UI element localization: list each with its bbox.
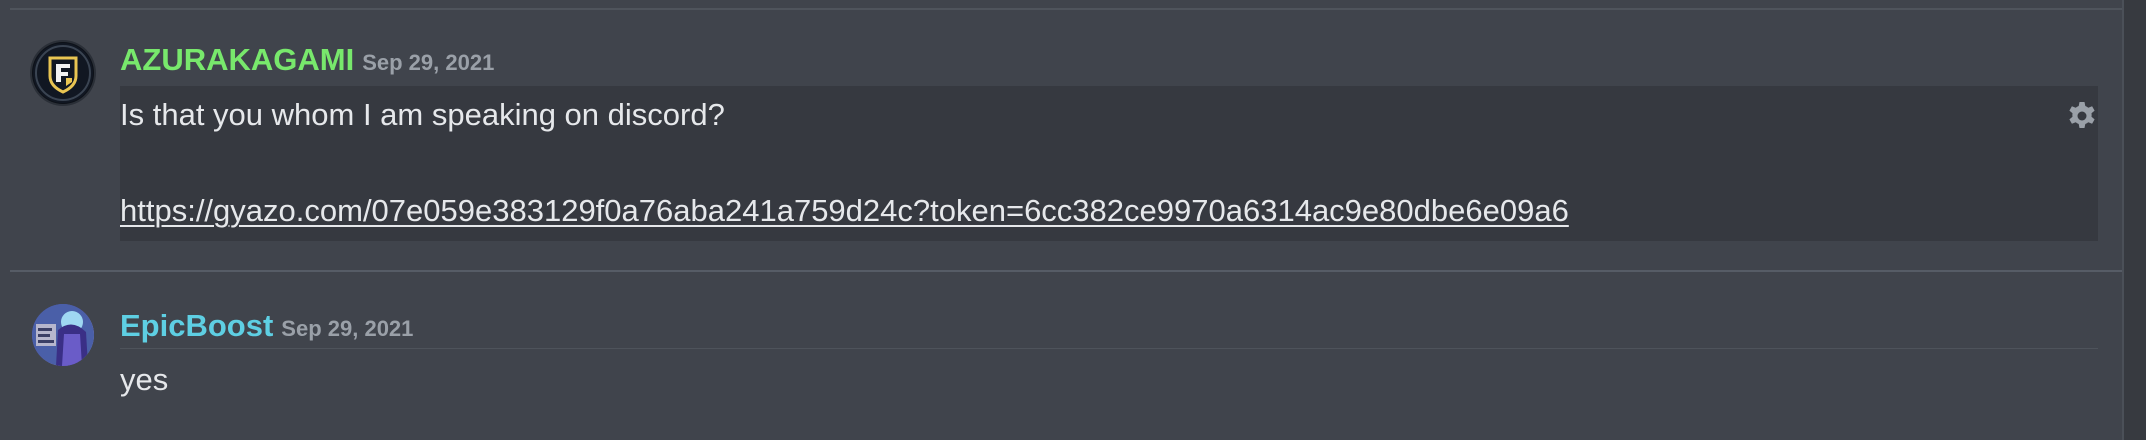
scrollbar-gutter[interactable]	[2122, 0, 2146, 440]
gear-icon[interactable]	[2066, 100, 2098, 132]
character-portrait-icon	[32, 304, 94, 366]
username[interactable]: AZURAKAGAMI	[120, 40, 354, 80]
message-post: EpicBoost Sep 29, 2021 yes	[0, 272, 2122, 440]
gyazo-link[interactable]: https://gyazo.com/07e059e383129f0a76aba2…	[120, 193, 1569, 228]
message-header: AZURAKAGAMI Sep 29, 2021	[120, 40, 494, 80]
header-divider	[120, 348, 2098, 349]
timestamp[interactable]: Sep 29, 2021	[362, 50, 494, 76]
avatar[interactable]	[32, 304, 94, 366]
shield-emblem-icon	[33, 43, 93, 103]
message-header: EpicBoost Sep 29, 2021	[120, 306, 413, 346]
message-text: Is that you whom I am speaking on discor…	[120, 97, 725, 132]
message-text: yes	[120, 362, 169, 397]
forum-thread: AZURAKAGAMI Sep 29, 2021 Is that you who…	[0, 0, 2146, 440]
message-post: AZURAKAGAMI Sep 29, 2021 Is that you who…	[0, 0, 2122, 270]
username[interactable]: EpicBoost	[120, 306, 273, 346]
message-link-line: https://gyazo.com/07e059e383129f0a76aba2…	[120, 191, 1569, 231]
avatar[interactable]	[32, 42, 94, 104]
timestamp[interactable]: Sep 29, 2021	[281, 316, 413, 342]
